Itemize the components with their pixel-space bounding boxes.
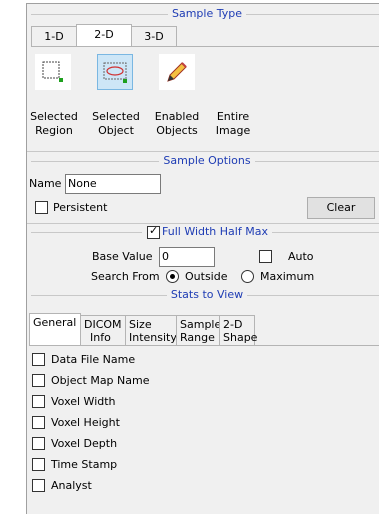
voxel-width-checkbox[interactable] xyxy=(32,395,45,408)
list-item: Time Stamp xyxy=(51,458,118,471)
tab-general[interactable]: General xyxy=(29,313,81,345)
sample-options-heading: Sample Options xyxy=(27,154,379,168)
tab-1d[interactable]: 1-D xyxy=(31,26,77,46)
list-item: Object Map Name xyxy=(51,374,150,387)
sample-type-heading: Sample Type xyxy=(27,7,379,21)
tab-strip-line xyxy=(31,46,379,47)
fwhm-heading: Full Width Half Max xyxy=(27,225,379,239)
voxel-height-checkbox[interactable] xyxy=(32,416,45,429)
clear-button[interactable]: Clear xyxy=(307,197,375,219)
fwhm-checkbox[interactable] xyxy=(147,224,160,239)
stats-heading: Stats to View xyxy=(27,288,379,302)
fwhm-title: Full Width Half Max xyxy=(142,225,272,238)
entire-image-button[interactable]: Entire Image xyxy=(211,110,255,138)
tab-size-intensity[interactable]: Size Intensity xyxy=(125,315,177,345)
divider xyxy=(27,223,379,224)
list-item: Voxel Depth xyxy=(51,437,118,450)
stats-tabs: General DICOM Info Size Intensity Sample… xyxy=(29,313,257,345)
auto-checkbox[interactable] xyxy=(259,250,272,263)
tab-sample-range[interactable]: Sample Range xyxy=(176,315,221,345)
tab-3d[interactable]: 3-D xyxy=(131,26,177,46)
selected-region-icon xyxy=(42,61,63,82)
time-stamp-checkbox[interactable] xyxy=(32,458,45,471)
enabled-objects-caption: Enabled Objects xyxy=(154,110,200,137)
list-item: Data File Name xyxy=(51,353,136,366)
stats-tab-line xyxy=(29,345,379,346)
selected-object-icon xyxy=(103,62,127,83)
enabled-objects-button[interactable] xyxy=(159,54,195,90)
persistent-checkbox[interactable] xyxy=(35,201,48,214)
name-input[interactable]: None xyxy=(65,174,161,194)
outside-radio[interactable] xyxy=(166,270,179,283)
analyst-checkbox[interactable] xyxy=(32,479,45,492)
voxel-depth-checkbox[interactable] xyxy=(32,437,45,450)
base-value-input[interactable]: 0 xyxy=(159,247,215,267)
auto-label: Auto xyxy=(288,250,314,263)
divider xyxy=(27,151,379,152)
selected-region-button[interactable] xyxy=(35,54,71,90)
search-from-label: Search From xyxy=(91,270,160,283)
object-map-name-checkbox[interactable] xyxy=(32,374,45,387)
tab-2d-shape[interactable]: 2-D Shape xyxy=(219,315,257,345)
list-item: Voxel Width xyxy=(51,395,116,408)
sample-type-title: Sample Type xyxy=(167,7,246,20)
selected-object-caption: Selected Object xyxy=(92,110,140,137)
base-value-label: Base Value xyxy=(92,250,153,263)
maximum-radio[interactable] xyxy=(241,270,254,283)
data-file-name-checkbox[interactable] xyxy=(32,353,45,366)
maximum-label: Maximum xyxy=(260,270,315,283)
pencil-icon xyxy=(167,62,187,82)
sample-options-title: Sample Options xyxy=(159,154,255,167)
tab-2d[interactable]: 2-D xyxy=(76,24,132,46)
name-label: Name xyxy=(29,177,62,190)
selected-object-button[interactable] xyxy=(97,54,133,90)
selected-region-caption: Selected Region xyxy=(30,110,78,137)
outside-label: Outside xyxy=(185,270,228,283)
sample-panel: Sample Type 1-D 2-D 3-D Selected Region … xyxy=(26,3,379,514)
list-item: Voxel Height xyxy=(51,416,120,429)
tab-dicom-info[interactable]: DICOM Info xyxy=(80,315,126,345)
list-item: Analyst xyxy=(51,479,92,492)
stats-title: Stats to View xyxy=(166,288,248,301)
dimension-tabs: 1-D 2-D 3-D xyxy=(31,24,177,46)
persistent-label: Persistent xyxy=(53,201,108,214)
